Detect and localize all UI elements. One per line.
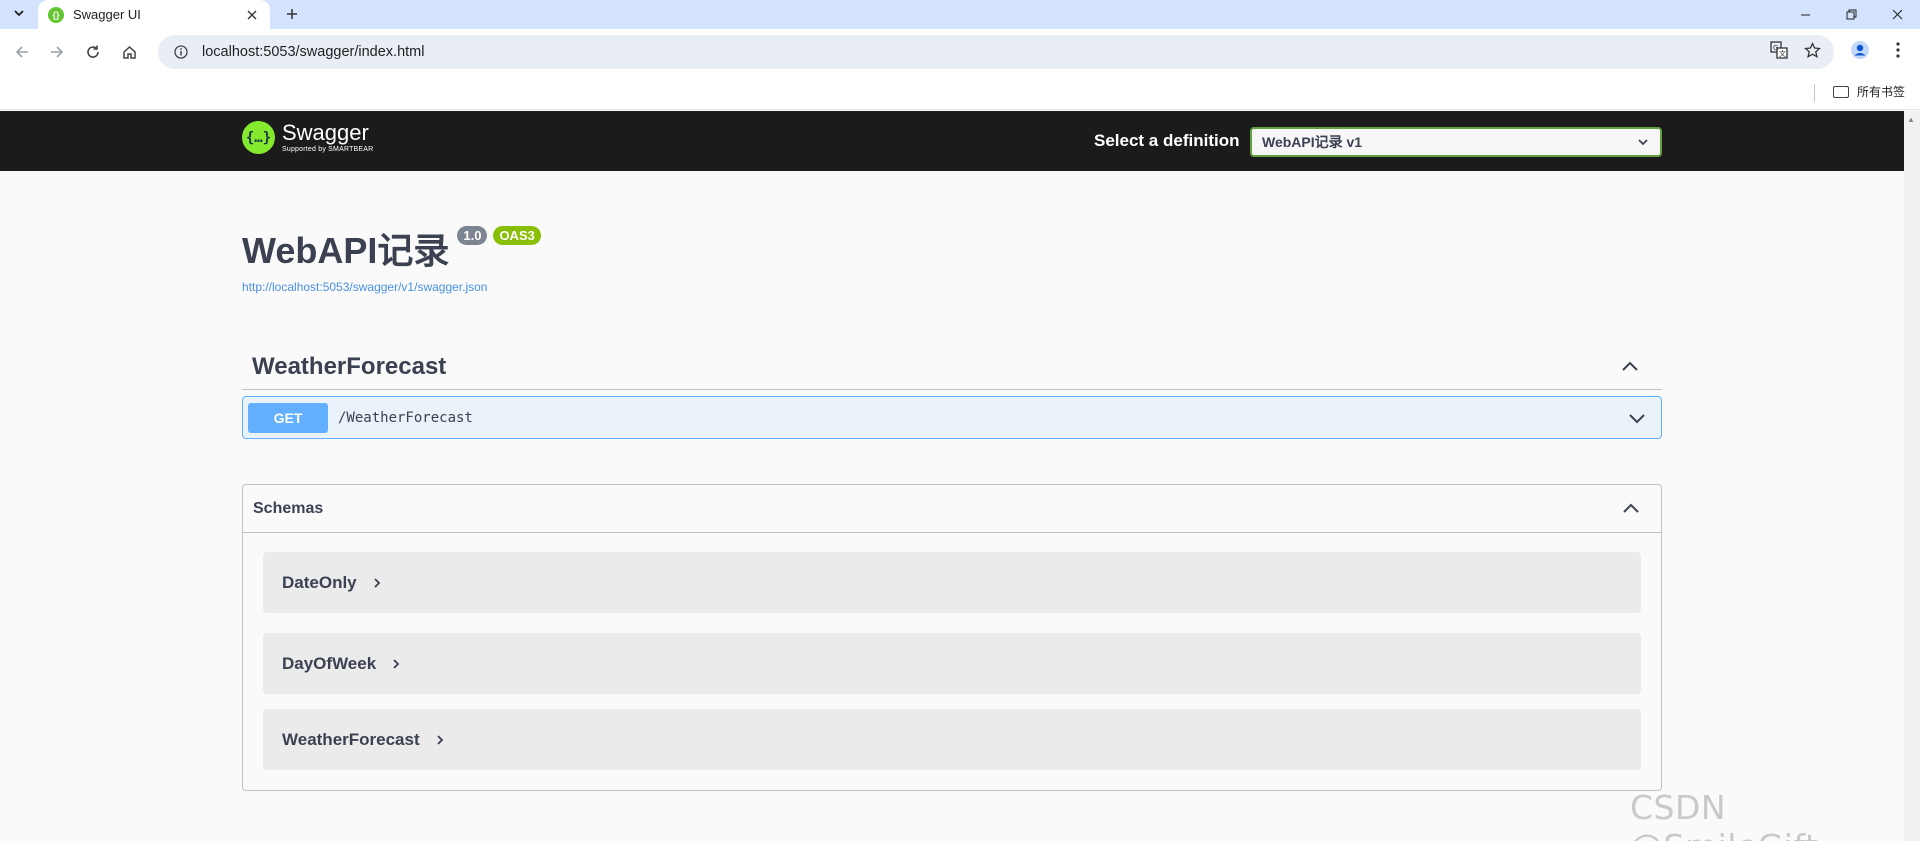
- new-tab-button[interactable]: [280, 3, 304, 25]
- schema-name: DateOnly: [282, 572, 357, 592]
- bookmark-star-button[interactable]: [1797, 35, 1827, 65]
- more-vertical-icon: [1896, 42, 1900, 58]
- schema-item-weatherforecast[interactable]: WeatherForecast: [263, 709, 1641, 770]
- forward-button[interactable]: [42, 37, 72, 67]
- chevron-up-icon[interactable]: [1620, 357, 1640, 377]
- spec-url-link[interactable]: http://localhost:5053/swagger/v1/swagger…: [242, 280, 541, 294]
- bookmarks-bar: 所有书签: [0, 76, 1920, 110]
- star-icon: [1803, 41, 1821, 58]
- restore-button[interactable]: [1828, 0, 1874, 29]
- tag-section-weatherforecast: WeatherForecast: [242, 345, 1662, 390]
- avatar-icon: [1851, 41, 1869, 59]
- all-bookmarks-label: 所有书签: [1857, 85, 1906, 99]
- chevron-down-icon: [14, 10, 24, 17]
- tab-title: Swagger UI: [73, 7, 141, 22]
- tag-header[interactable]: WeatherForecast: [242, 345, 1662, 390]
- menu-button[interactable]: [1883, 35, 1913, 65]
- profile-button[interactable]: [1845, 35, 1875, 65]
- svg-text:文: 文: [1779, 49, 1786, 58]
- swagger-topbar: {…} Swagger Supported by SMARTBEAR Selec…: [0, 111, 1904, 171]
- tab-close-button[interactable]: [244, 7, 260, 23]
- swagger-logo-sub: Supported by SMARTBEAR: [282, 146, 374, 153]
- minimize-icon: [1800, 14, 1810, 16]
- address-bar[interactable]: localhost:5053/swagger/index.html: [158, 35, 1834, 69]
- chevron-up-icon[interactable]: [1621, 499, 1641, 519]
- home-button[interactable]: [114, 37, 144, 67]
- reload-button[interactable]: [78, 37, 108, 67]
- operation-path: /WeatherForecast: [338, 409, 473, 426]
- schema-name: WeatherForecast: [282, 729, 420, 749]
- translate-button[interactable]: G文: [1764, 35, 1794, 65]
- home-icon: [122, 45, 136, 59]
- definition-select[interactable]: WebAPI记录 v1: [1250, 127, 1662, 157]
- tab-search-button[interactable]: [6, 2, 32, 24]
- chevron-down-icon[interactable]: [1627, 408, 1647, 428]
- tab-strip: {} Swagger UI: [0, 0, 1920, 29]
- schemas-section: Schemas DateOnly DayOfWeek WeatherForeca…: [242, 484, 1662, 791]
- schema-name: DayOfWeek: [282, 653, 377, 673]
- schemas-title: Schemas: [253, 499, 324, 517]
- scroll-up-icon[interactable]: ▲: [1907, 115, 1915, 124]
- definition-label: Select a definition: [1094, 131, 1240, 150]
- api-info: WebAPI记录 1.0 OAS3 http://localhost:5053/…: [242, 222, 541, 294]
- all-bookmarks-button[interactable]: 所有书签: [1833, 83, 1905, 100]
- operation-get-weatherforecast[interactable]: GET /WeatherForecast: [242, 396, 1662, 439]
- schema-item-dateonly[interactable]: DateOnly: [263, 552, 1641, 613]
- bookmarks-separator: [1814, 84, 1815, 102]
- definition-selected-value: WebAPI记录 v1: [1262, 134, 1363, 150]
- chevron-right-icon: [437, 734, 443, 745]
- plus-icon: [287, 9, 297, 19]
- chevron-down-icon: [1638, 139, 1648, 146]
- browser-tab[interactable]: {} Swagger UI: [38, 0, 270, 29]
- swagger-favicon-icon: {}: [48, 6, 64, 23]
- folder-icon: [1833, 85, 1849, 98]
- watermark: CSDN @SmileGift: [1630, 788, 1818, 841]
- api-title-row: WebAPI记录 1.0 OAS3: [242, 222, 541, 274]
- minimize-button[interactable]: [1782, 0, 1828, 29]
- reload-icon: [87, 45, 99, 58]
- oas-badge: OAS3: [493, 226, 541, 245]
- back-button[interactable]: [7, 37, 37, 67]
- page-scrollbar[interactable]: ▲: [1904, 111, 1920, 841]
- close-icon: [1892, 9, 1902, 20]
- arrow-right-icon: [51, 46, 64, 58]
- close-window-button[interactable]: [1874, 0, 1920, 29]
- tag-name: WeatherForecast: [252, 353, 447, 380]
- restore-icon: [1846, 9, 1856, 20]
- swagger-logo-name: Swagger: [282, 120, 369, 145]
- schemas-header[interactable]: Schemas: [243, 485, 1661, 533]
- api-title: WebAPI记录: [242, 230, 450, 271]
- chevron-right-icon: [393, 658, 400, 669]
- svg-text:G: G: [1773, 44, 1778, 52]
- schema-item-dayofweek[interactable]: DayOfWeek: [263, 633, 1641, 694]
- method-badge: GET: [248, 402, 328, 433]
- browser-toolbar: localhost:5053/swagger/index.html G文: [0, 29, 1920, 76]
- arrow-left-icon: [15, 46, 28, 58]
- swagger-logo-icon: {…}: [242, 121, 275, 154]
- close-icon: [247, 10, 257, 19]
- chevron-right-icon: [374, 577, 380, 588]
- translate-icon: G文: [1770, 41, 1788, 59]
- swagger-logo[interactable]: {…} Swagger Supported by SMARTBEAR: [242, 121, 373, 154]
- site-info-icon[interactable]: [172, 43, 190, 61]
- version-badge: 1.0: [457, 226, 488, 245]
- url-text[interactable]: localhost:5053/swagger/index.html: [202, 44, 424, 60]
